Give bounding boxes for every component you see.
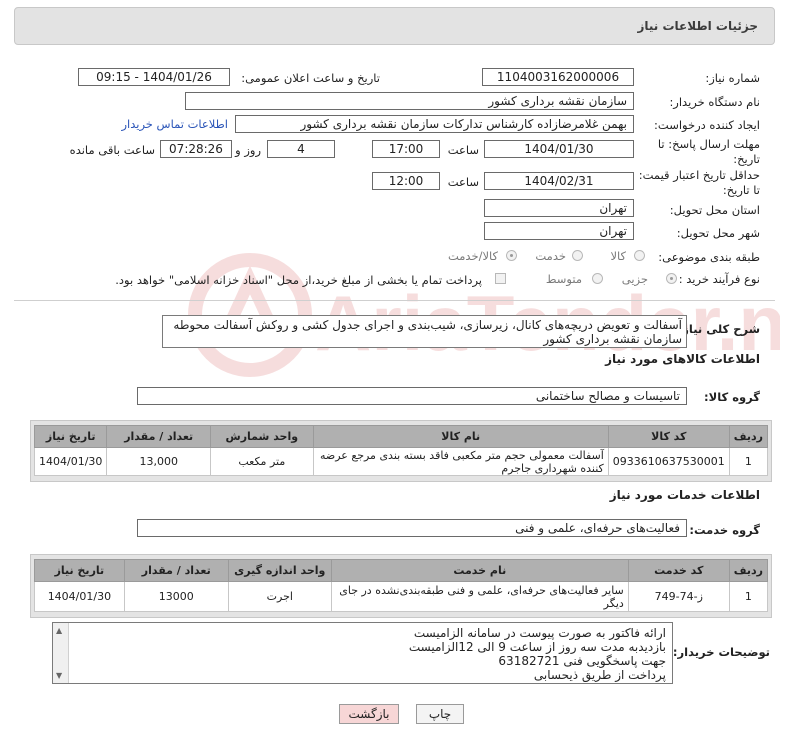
goods-group-label: گروه کالا: <box>704 390 760 404</box>
process-option-medium: متوسط <box>545 272 582 286</box>
province-label: استان محل تحویل: <box>669 203 760 217</box>
services-col-unit: واحد اندازه گیری <box>227 559 332 582</box>
services-cell-code: ز-74-749 <box>627 581 730 612</box>
print-button[interactable]: چاپ <box>416 704 464 724</box>
buyer-note-line: جهت پاسخگویی فنی 63182721 <box>498 654 666 668</box>
deadline-date-field: 1404/01/30 <box>484 140 634 158</box>
goods-cell-date: 1404/01/30 <box>33 447 108 476</box>
buyer-notes-label: توضیحات خریدار: <box>672 645 770 659</box>
validity-label-date: تا تاریخ: <box>722 183 760 197</box>
goods-col-qty: تعداد / مقدار <box>106 425 211 448</box>
category-radio-goods[interactable] <box>634 250 645 261</box>
buyer-note-line: بازدیدبه مدت سه روز از ساعت 9 الی 12الزا… <box>408 640 666 654</box>
goods-group-field: تاسیسات و مصالح ساختمانی <box>137 387 687 405</box>
buyer-org-field: سازمان نقشه برداری کشور <box>185 92 634 110</box>
category-option-goods-service: کالا/خدمت <box>447 249 498 263</box>
services-col-name: نام خدمت <box>330 559 629 582</box>
creator-label: ایجاد کننده درخواست: <box>654 118 760 132</box>
category-label: طبقه بندی موضوعی: <box>658 250 760 264</box>
services-cell-unit: اجرت <box>227 581 332 612</box>
table-row: 1 ز-74-749 سایر فعالیت‌های حرفه‌ای، علمی… <box>34 581 769 612</box>
category-option-service: خدمت <box>535 249 566 263</box>
scroll-up-icon[interactable]: ▲ <box>56 626 62 635</box>
services-group-field: فعالیت‌های حرفه‌ای، علمی و فنی <box>137 519 687 537</box>
remaining-time-field: 07:28:26 <box>160 140 232 158</box>
buyer-note-line: پرداخت از طریق ذیحسابی <box>533 668 666 682</box>
province-field: تهران <box>484 199 634 217</box>
goods-col-row: ردیف <box>728 425 769 448</box>
announce-field: 1404/01/26 - 09:15 <box>78 68 230 86</box>
services-col-code: کد خدمت <box>627 559 730 582</box>
services-table: ردیف کد خدمت نام خدمت واحد اندازه گیری ت… <box>34 559 769 612</box>
header-bar: جزئیات اطلاعات نیاز <box>14 7 775 45</box>
need-number-field: 1104003162000006 <box>482 68 634 86</box>
goods-col-unit: واحد شمارش <box>210 425 314 448</box>
category-option-goods: کالا <box>610 249 626 263</box>
scroll-down-icon[interactable]: ▼ <box>56 671 62 680</box>
services-cell-qty: 13000 <box>123 581 229 612</box>
description-label: شرح کلی نیاز: <box>677 322 760 336</box>
process-label: نوع فرآیند خرید : <box>678 272 760 286</box>
treasury-checkbox[interactable] <box>495 273 506 284</box>
buyer-org-label: نام دستگاه خریدار: <box>669 95 760 109</box>
divider <box>14 300 775 301</box>
deadline-time-field: 17:00 <box>372 140 440 158</box>
goods-col-code: کد کالا <box>607 425 730 448</box>
description-field: آسفالت و تعویض دریچه‌های کانال، زیرسازی،… <box>162 315 687 348</box>
creator-field: بهمن غلامرضازاده کارشناس تدارکات سازمان … <box>235 115 634 133</box>
goods-cell-unit: متر مکعب <box>210 447 314 476</box>
page-title: جزئیات اطلاعات نیاز <box>637 19 758 33</box>
city-label: شهر محل تحویل: <box>676 226 760 240</box>
goods-cell-code: 0933610637530001 <box>607 447 730 476</box>
city-field: تهران <box>484 222 634 240</box>
deadline-label: مهلت ارسال پاسخ: تا <box>657 137 760 151</box>
announce-label: تاریخ و ساعت اعلان عمومی: <box>241 71 380 85</box>
services-group-label: گروه خدمت: <box>689 523 760 537</box>
need-number-label: شماره نیاز: <box>705 71 760 85</box>
goods-cell-qty: 13,000 <box>106 447 211 476</box>
days-label: روز و <box>235 143 261 157</box>
validity-label: حداقل تاریخ اعتبار قیمت: <box>638 168 760 182</box>
category-radio-service[interactable] <box>572 250 583 261</box>
process-option-minor: جزیی <box>621 272 648 286</box>
remaining-time-label: ساعت باقی مانده <box>69 143 155 157</box>
goods-table: ردیف کد کالا نام کالا واحد شمارش تعداد /… <box>33 425 769 476</box>
buyer-note-line: ارائه فاکتور به صورت پیوست در سامانه الز… <box>413 626 666 640</box>
services-col-row: ردیف <box>728 559 769 582</box>
process-radio-minor[interactable] <box>666 273 677 284</box>
services-cell-name: سایر فعالیت‌های حرفه‌ای، علمی و فنی طبقه… <box>330 581 629 612</box>
table-row: 1 0933610637530001 آسفالت معمولی حجم متر… <box>33 447 769 476</box>
goods-cell-row: 1 <box>728 447 769 476</box>
category-radio-goods-service[interactable] <box>506 250 517 261</box>
validity-time-label: ساعت <box>447 175 479 189</box>
goods-cell-name: آسفالت معمولی حجم متر مکعبی فاقد بسته بن… <box>312 447 609 476</box>
goods-section-title: اطلاعات کالاهای مورد نیاز <box>605 352 760 366</box>
process-radio-medium[interactable] <box>592 273 603 284</box>
buyer-contact-link[interactable]: اطلاعات تماس خریدار <box>121 117 228 131</box>
days-remaining-field: 4 <box>267 140 335 158</box>
payment-note: پرداخت تمام یا بخشی از مبلغ خرید،از محل … <box>115 273 482 287</box>
services-section-title: اطلاعات خدمات مورد نیاز <box>609 488 760 502</box>
scrollbar[interactable]: ▲ ▼ <box>53 623 69 683</box>
services-col-qty: تعداد / مقدار <box>123 559 229 582</box>
services-cell-date: 1404/01/30 <box>34 581 125 612</box>
goods-col-name: نام کالا <box>312 425 609 448</box>
validity-time-field: 12:00 <box>372 172 440 190</box>
services-col-date: تاریخ نیاز <box>34 559 125 582</box>
goods-col-date: تاریخ نیاز <box>33 425 108 448</box>
back-button[interactable]: بازگشت <box>339 704 399 724</box>
validity-date-field: 1404/02/31 <box>484 172 634 190</box>
deadline-label-date: تاریخ: <box>733 152 760 166</box>
deadline-time-label: ساعت <box>447 143 479 157</box>
buyer-notes-field: ارائه فاکتور به صورت پیوست در سامانه الز… <box>52 622 673 684</box>
services-cell-row: 1 <box>728 581 769 612</box>
